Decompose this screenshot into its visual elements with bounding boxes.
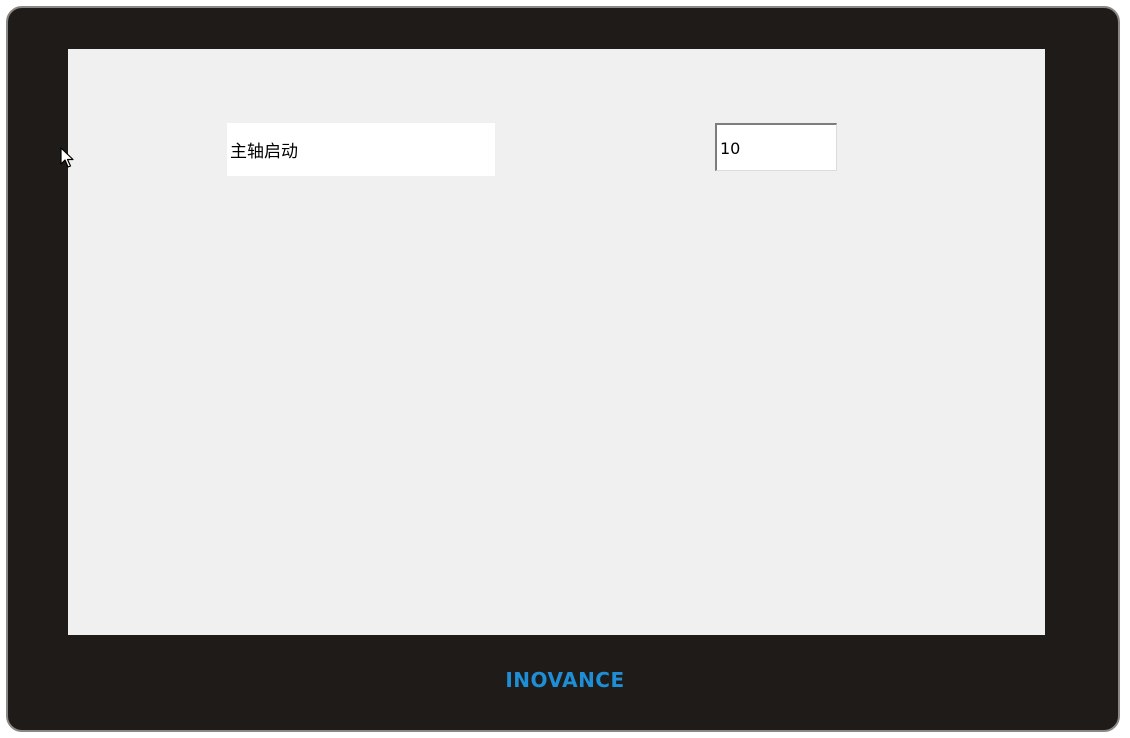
- numeric-input-value: 10: [720, 139, 741, 158]
- hmi-screen: 主轴启动 10: [68, 49, 1045, 635]
- spindle-start-label: 主轴启动: [227, 123, 495, 176]
- mouse-pointer-icon: [60, 147, 74, 168]
- numeric-input-field[interactable]: 10: [715, 123, 837, 171]
- spindle-start-text: 主轴启动: [230, 142, 298, 162]
- brand-logo: INOVANCE: [505, 668, 625, 692]
